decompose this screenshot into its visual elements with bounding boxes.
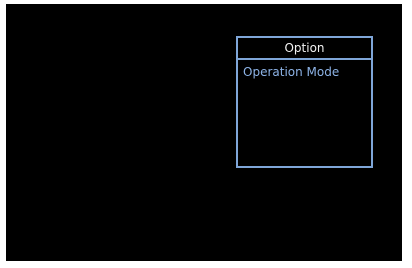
option-menu-title: Option bbox=[238, 38, 371, 60]
screen: Option Operation Mode bbox=[6, 4, 402, 261]
option-menu-panel: Option Operation Mode bbox=[236, 36, 373, 168]
option-menu-list: Operation Mode bbox=[238, 60, 371, 84]
menu-item-operation-mode[interactable]: Operation Mode bbox=[243, 64, 366, 80]
